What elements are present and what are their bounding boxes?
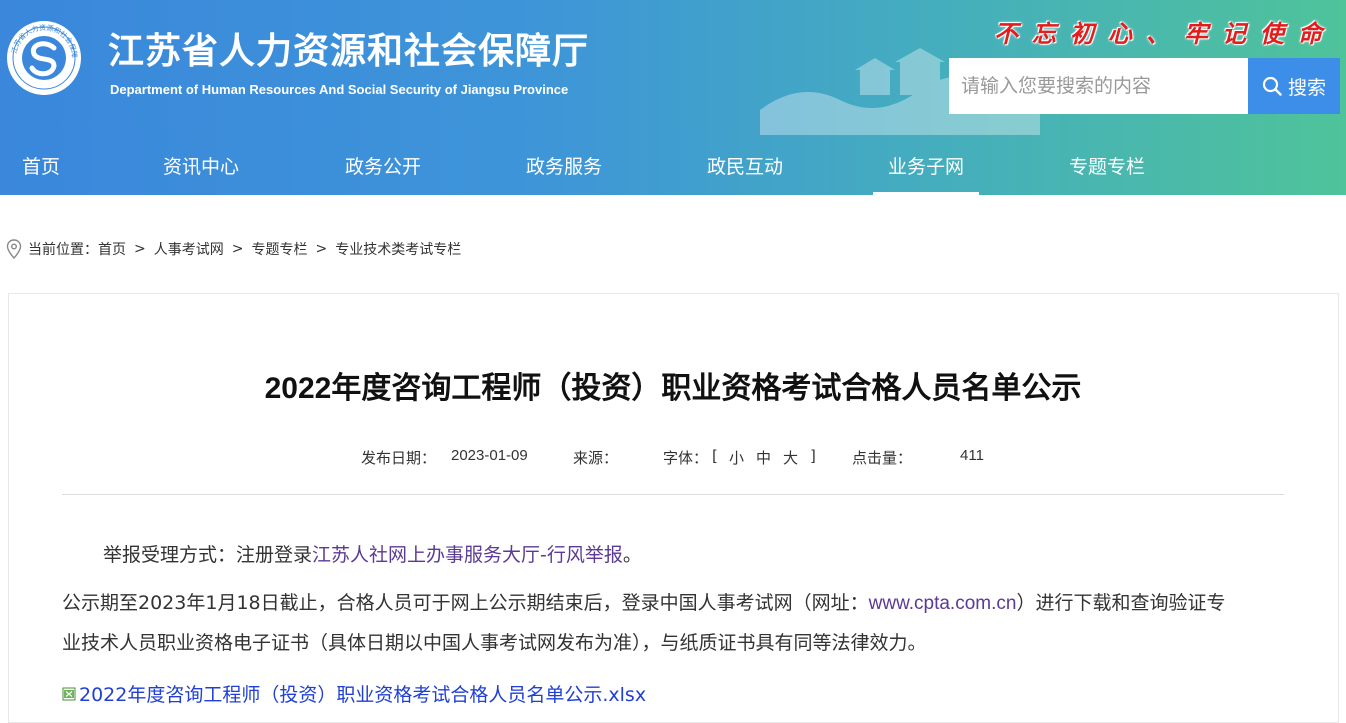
logo-emblem-icon: 江苏省人力资源和社会保障厅: [3, 14, 81, 95]
report-paragraph: 举报受理方式：注册登录江苏人社网上办事服务大厅-行风举报。: [103, 536, 642, 574]
report-link[interactable]: 江苏人社网上办事服务大厅-行风举报: [312, 544, 623, 566]
nav-item-special-topics[interactable]: 专题专栏: [1066, 140, 1148, 195]
notice-text-b: ）进行下载和查询验证专: [1016, 592, 1226, 614]
attachment-link[interactable]: 2022年度咨询工程师（投资）职业资格考试合格人员名单公示.xlsx: [62, 680, 646, 707]
report-prefix: 举报受理方式：注册登录: [103, 544, 313, 566]
site-header: 江苏省人力资源和社会保障厅 江苏省人力资源和社会保障厅 Department o…: [0, 0, 1346, 195]
views-count: 411: [960, 447, 984, 464]
main-nav: 首页 资讯中心 政务公开 政务服务 政民互动 业务子网 专题专栏: [0, 140, 1346, 195]
publish-date-label: 发布日期：: [361, 449, 437, 467]
search-icon: [1262, 76, 1282, 96]
notice-line-1: 公示期至2023年1月18日截止，合格人员可于网上公示期结束后，登录中国人事考试…: [62, 584, 1225, 623]
location-pin-icon: [6, 239, 22, 259]
article-title: 2022年度咨询工程师（投资）职业资格考试合格人员名单公示: [264, 372, 1082, 405]
report-suffix: 。: [622, 544, 642, 566]
notice-text-a: 公示期至2023年1月18日截止，合格人员可于网上公示期结束后，登录中国人事考试…: [62, 592, 869, 614]
breadcrumb-item-exam-site[interactable]: 人事考试网: [154, 239, 224, 259]
breadcrumb-separator: >: [134, 241, 146, 257]
site-subtitle: Department of Human Resources And Social…: [110, 82, 569, 97]
site-title: 江苏省人力资源和社会保障厅: [108, 30, 590, 72]
excel-file-icon: [62, 687, 76, 700]
breadcrumb-item-professional-exams[interactable]: 专业技术类考试专栏: [335, 239, 461, 259]
font-size-small-button[interactable]: 小: [729, 447, 744, 468]
font-size-label: 字体：: [663, 449, 709, 467]
search-button[interactable]: 搜索: [1248, 58, 1340, 114]
breadcrumb-prefix: 当前位置：: [28, 242, 98, 258]
font-size-bracket-open: [: [712, 447, 718, 465]
source-label: 来源：: [573, 449, 619, 467]
attachment-label: 2022年度咨询工程师（投资）职业资格考试合格人员名单公示.xlsx: [79, 684, 647, 706]
site-logo[interactable]: 江苏省人力资源和社会保障厅: [3, 14, 82, 96]
nav-item-services[interactable]: 政务服务: [523, 140, 605, 195]
nav-item-interaction[interactable]: 政民互动: [704, 140, 786, 195]
font-size-bracket-close: ]: [810, 447, 816, 465]
font-size-medium-button[interactable]: 中: [756, 447, 771, 468]
breadcrumb-separator: >: [315, 241, 328, 257]
cpta-website-link[interactable]: www.cpta.com.cn: [869, 593, 1017, 614]
font-size-large-button[interactable]: 大: [783, 447, 798, 468]
nav-item-home[interactable]: 首页: [20, 140, 62, 195]
nav-item-business-subsite[interactable]: 业务子网: [873, 140, 979, 195]
notice-line-2: 业技术人员职业资格电子证书（具体日期以中国人事考试网发布为准），与纸质证书具有同…: [62, 632, 927, 654]
nav-item-news[interactable]: 资讯中心: [160, 140, 242, 195]
search-input[interactable]: [949, 58, 1248, 114]
search-button-label: 搜索: [1287, 76, 1326, 99]
publish-date-value: 2023-01-09: [451, 447, 528, 464]
title-divider: [62, 494, 1284, 495]
nav-item-government-info[interactable]: 政务公开: [342, 140, 424, 195]
breadcrumb-separator: >: [231, 241, 244, 257]
breadcrumb: 当前位置： 首页 > 人事考试网 > 专题专栏 > 专业技术类考试专栏: [6, 239, 461, 259]
breadcrumb-item-home[interactable]: 首页: [98, 239, 126, 259]
breadcrumb-item-special-topics[interactable]: 专题专栏: [251, 239, 307, 259]
slogan: 不忘初心、牢记使命: [994, 19, 1336, 48]
views-label: 点击量：: [852, 449, 913, 467]
